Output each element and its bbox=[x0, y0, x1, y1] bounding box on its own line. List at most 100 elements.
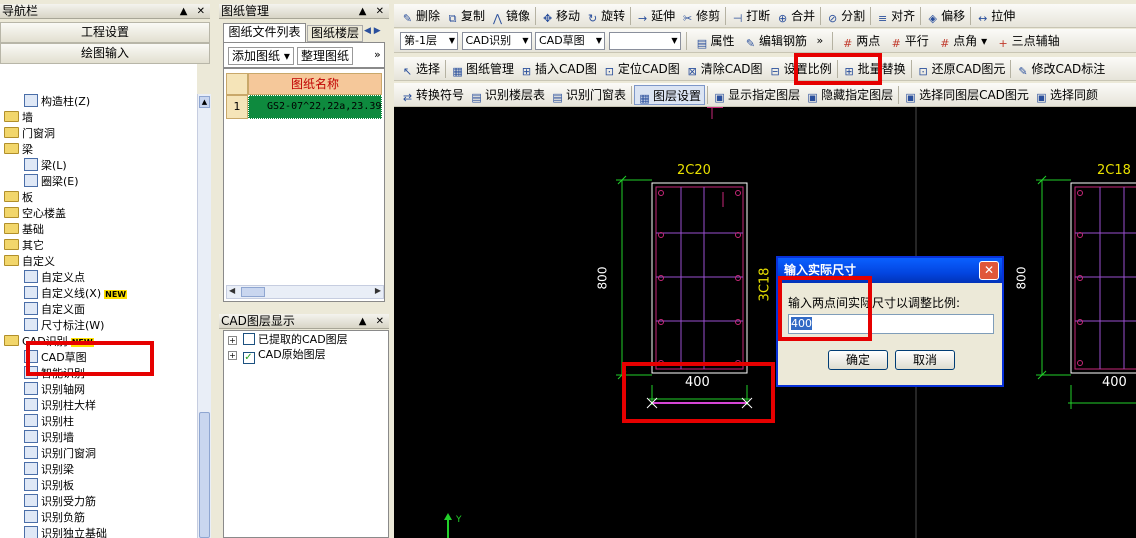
layer-item[interactable]: + 已提取的CAD图层 bbox=[228, 332, 348, 348]
component-select[interactable]: ▼ bbox=[608, 32, 681, 50]
cad-canvas[interactable]: 2C20 3C18 800 400 2C18 800 400 Y bbox=[394, 107, 1136, 538]
tree-item[interactable]: 识别柱大样 bbox=[24, 398, 96, 414]
tree-folder[interactable]: 自定义 bbox=[4, 254, 55, 270]
tree-folder[interactable]: 梁 bbox=[4, 142, 33, 158]
scroll-thumb[interactable] bbox=[199, 412, 210, 538]
more-icon[interactable]: » bbox=[374, 48, 381, 61]
tree-item[interactable]: 识别门窗洞 bbox=[24, 446, 96, 462]
tree-item[interactable]: 构造柱(Z) bbox=[24, 94, 90, 110]
toolbar-button[interactable]: ▣ 隐藏指定图层 bbox=[803, 85, 896, 105]
toolbar-button[interactable]: → 延伸 bbox=[633, 6, 678, 26]
toolbar-button[interactable]: ✎ 删除 bbox=[398, 6, 443, 26]
drawing-row-name[interactable]: GS2-07^22,22a,23.39 bbox=[248, 95, 382, 119]
close-icon[interactable]: ✕ bbox=[376, 316, 387, 327]
tree-item[interactable]: 识别梁 bbox=[24, 462, 74, 478]
draw-input-button[interactable]: 绘图输入 bbox=[0, 43, 210, 64]
project-settings-button[interactable]: 工程设置 bbox=[0, 22, 210, 43]
toolbar-button[interactable]: ✂ 修剪 bbox=[678, 6, 723, 26]
edit-rebar-button[interactable]: ✎ 编辑钢筋 bbox=[741, 31, 810, 51]
toolbar-button[interactable]: ▣ 显示指定图层 bbox=[710, 85, 803, 105]
tree-folder[interactable]: 门窗洞 bbox=[4, 126, 55, 142]
tree-folder[interactable]: 其它 bbox=[4, 238, 44, 254]
toolbar-button[interactable]: ⧉ 复制 bbox=[443, 6, 488, 26]
actual-size-input[interactable]: 400 bbox=[788, 314, 994, 334]
pin-icon[interactable]: ▲ bbox=[359, 6, 370, 17]
tree-item[interactable]: 自定义线(X) NEW bbox=[24, 286, 128, 302]
tree-item[interactable]: 梁(L) bbox=[24, 158, 67, 174]
toolbar-button[interactable]: ⊕ 合并 bbox=[773, 6, 818, 26]
point-angle-button[interactable]: # 点角 ▾ bbox=[935, 31, 990, 51]
parallel-axis-button[interactable]: # 平行 bbox=[887, 31, 932, 51]
toolbar-button[interactable]: ⊞ 插入CAD图 bbox=[517, 59, 600, 79]
three-point-axis-button[interactable]: + 三点辅轴 bbox=[994, 31, 1063, 51]
tree-item[interactable]: 识别独立基础 bbox=[24, 526, 107, 538]
more-icon[interactable]: » bbox=[814, 31, 827, 51]
toolbar-button[interactable]: ⊠ 清除CAD图 bbox=[683, 59, 766, 79]
tree-item[interactable]: 识别受力筋 bbox=[24, 494, 96, 510]
toolbar-button[interactable]: ⊘ 分割 bbox=[823, 6, 868, 26]
toolbar-button[interactable]: ⊣ 打断 bbox=[728, 6, 773, 26]
toolbar-button[interactable]: ▦ 图纸管理 bbox=[448, 59, 517, 79]
toolbar-button[interactable]: ▦ 图层设置 bbox=[634, 85, 706, 105]
tree-item[interactable]: 自定义面 bbox=[24, 302, 85, 318]
tree-folder[interactable]: 空心楼盖 bbox=[4, 206, 66, 222]
tree-item[interactable]: 自定义点 bbox=[24, 270, 85, 286]
tree-item[interactable]: 尺寸标注(W) bbox=[24, 318, 104, 334]
toolbar-button[interactable]: ⇄ 转换符号 bbox=[398, 85, 467, 105]
scroll-right-icon[interactable]: ▶ bbox=[375, 286, 381, 295]
tree-folder[interactable]: 基础 bbox=[4, 222, 44, 238]
toolbar-button[interactable]: ✥ 移动 bbox=[538, 6, 583, 26]
toolbar-button[interactable]: ⊡ 定位CAD图 bbox=[600, 59, 683, 79]
toolbar-button[interactable]: ≡ 对齐 bbox=[873, 6, 918, 26]
toolbar-button[interactable]: ⋀ 镜像 bbox=[488, 6, 533, 26]
toolbar-button[interactable]: ↻ 旋转 bbox=[583, 6, 628, 26]
toolbar-button[interactable]: ↔ 拉伸 bbox=[973, 6, 1018, 26]
tab-scroll-arrows[interactable]: ◀ ▶ bbox=[364, 26, 381, 36]
layer-checkbox[interactable]: ✓ bbox=[242, 352, 255, 364]
ok-button[interactable]: 确定 bbox=[828, 350, 888, 370]
tree-item[interactable]: 识别轴网 bbox=[24, 382, 85, 398]
drawing-list-hscrollbar[interactable]: ◀ ▶ bbox=[226, 285, 384, 299]
tree-item[interactable]: CAD草图 bbox=[24, 350, 87, 366]
tree-item[interactable]: 识别柱 bbox=[24, 414, 74, 430]
floor-select[interactable]: 第-1层 ▼ bbox=[400, 32, 458, 50]
scroll-left-icon[interactable]: ◀ bbox=[229, 286, 235, 295]
tree-folder[interactable]: 板 bbox=[4, 190, 33, 206]
tree-item[interactable]: 识别板 bbox=[24, 478, 74, 494]
toolbar-button[interactable]: ◈ 偏移 bbox=[923, 6, 968, 26]
tree-item[interactable]: 圈梁(E) bbox=[24, 174, 79, 190]
toolbar-button[interactable]: ⊟ 设置比例 bbox=[766, 59, 835, 79]
dialog-close-button[interactable]: ✕ bbox=[979, 261, 999, 280]
nav-tree-scrollbar[interactable]: ▲ bbox=[197, 94, 211, 538]
toolbar-button[interactable]: ↖ 选择 bbox=[398, 59, 443, 79]
add-drawing-button[interactable]: 添加图纸 ▾ bbox=[228, 47, 294, 65]
layer-item[interactable]: + ✓ CAD原始图层 bbox=[228, 347, 326, 364]
mode-select[interactable]: CAD识别 ▼ bbox=[461, 32, 532, 50]
organize-drawings-button[interactable]: 整理图纸 bbox=[297, 47, 354, 65]
toolbar-button[interactable]: ▣ 选择同颜 bbox=[1032, 85, 1101, 105]
toolbar-button[interactable]: ⊞ 批量替换 bbox=[840, 59, 909, 79]
pin-icon[interactable]: ▲ bbox=[180, 6, 191, 17]
layer-checkbox[interactable] bbox=[242, 333, 255, 345]
tree-item[interactable]: 智能识别 bbox=[24, 366, 85, 382]
scroll-up-icon[interactable]: ▲ bbox=[199, 96, 210, 108]
close-icon[interactable]: ✕ bbox=[376, 6, 387, 17]
toolbar-button[interactable]: ▣ 选择同图层CAD图元 bbox=[901, 85, 1032, 105]
properties-button[interactable]: ▤ 属性 bbox=[693, 31, 738, 51]
toolbar-button[interactable]: ▤ 识别门窗表 bbox=[548, 85, 629, 105]
tree-item[interactable]: 识别墙 bbox=[24, 430, 74, 446]
scroll-thumb[interactable] bbox=[241, 287, 265, 297]
tree-item[interactable]: 识别负筋 bbox=[24, 510, 85, 526]
two-point-axis-button[interactable]: # 两点 bbox=[838, 31, 883, 51]
cancel-button[interactable]: 取消 bbox=[895, 350, 955, 370]
pin-icon[interactable]: ▲ bbox=[359, 316, 370, 327]
toolbar-button[interactable]: ⊡ 还原CAD图元 bbox=[914, 59, 1009, 79]
toolbar-button[interactable]: ✎ 修改CAD标注 bbox=[1013, 59, 1108, 79]
tab-drawing-floors[interactable]: 图纸楼层 bbox=[307, 25, 363, 42]
sub-select[interactable]: CAD草图 ▼ bbox=[535, 32, 605, 50]
close-icon[interactable]: ✕ bbox=[197, 6, 208, 17]
tab-drawing-files[interactable]: 图纸文件列表 bbox=[223, 23, 306, 42]
toolbar-button[interactable]: ▤ 识别楼层表 bbox=[467, 85, 548, 105]
tree-folder[interactable]: CAD识别 NEW bbox=[4, 334, 94, 350]
tree-folder[interactable]: 墙 bbox=[4, 110, 33, 126]
